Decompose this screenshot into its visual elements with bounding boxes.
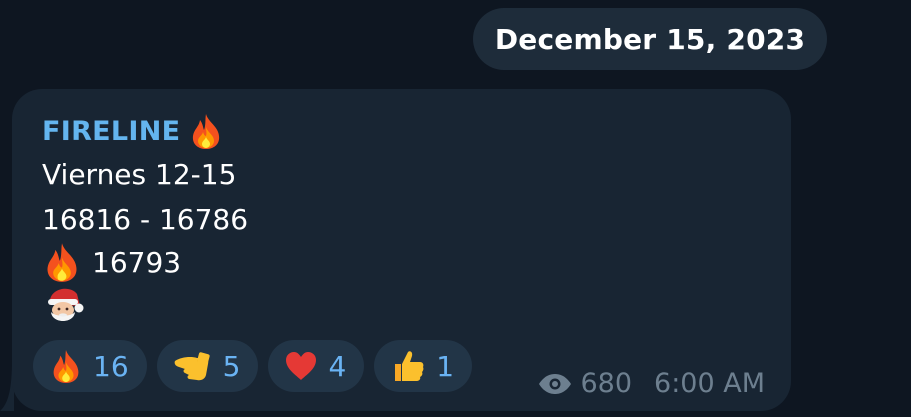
reaction-salute[interactable]: 5 xyxy=(156,340,259,392)
eye-icon xyxy=(539,373,572,394)
sender-name[interactable]: FIRELINE xyxy=(42,109,224,153)
saluting-hand-icon xyxy=(174,352,210,381)
santa-icon xyxy=(48,288,84,321)
reaction-count: 16 xyxy=(93,349,129,383)
sender-label: FIRELINE xyxy=(42,115,181,147)
reactions-bar: 16 5 4 1 xyxy=(33,340,473,392)
fire-icon xyxy=(47,243,77,282)
reaction-heart[interactable]: 4 xyxy=(268,340,365,392)
thumbs-up-icon xyxy=(395,351,424,381)
message-line-fire-value: 16793 xyxy=(42,242,181,282)
range-text: 16816 - 16786 xyxy=(42,202,249,236)
reaction-count: 4 xyxy=(328,349,347,383)
date-separator: December 15, 2023 xyxy=(473,8,827,70)
heart-icon xyxy=(286,352,317,380)
message-meta: 680 6:00 AM xyxy=(538,368,765,399)
fire-icon xyxy=(53,349,79,383)
chat-area: December 15, 2023 FIRELINE Viernes 12-15… xyxy=(0,0,911,417)
view-count: 680 xyxy=(580,368,633,399)
fire-value-text: 16793 xyxy=(92,245,182,279)
message-time: 6:00 AM xyxy=(654,368,765,399)
message-line-day: Viernes 12-15 xyxy=(42,154,236,194)
fire-icon xyxy=(193,114,220,149)
message-line-range: 16816 - 16786 xyxy=(42,199,248,239)
day-text: Viernes 12-15 xyxy=(42,157,237,191)
reaction-count: 1 xyxy=(436,349,455,383)
message-bubble[interactable]: FIRELINE Viernes 12-15 16816 - 16786 167… xyxy=(12,89,791,411)
reaction-thumbs-up[interactable]: 1 xyxy=(374,340,473,392)
message-line-santa xyxy=(42,285,84,325)
reaction-count: 5 xyxy=(222,349,241,383)
reaction-fire[interactable]: 16 xyxy=(33,340,147,392)
